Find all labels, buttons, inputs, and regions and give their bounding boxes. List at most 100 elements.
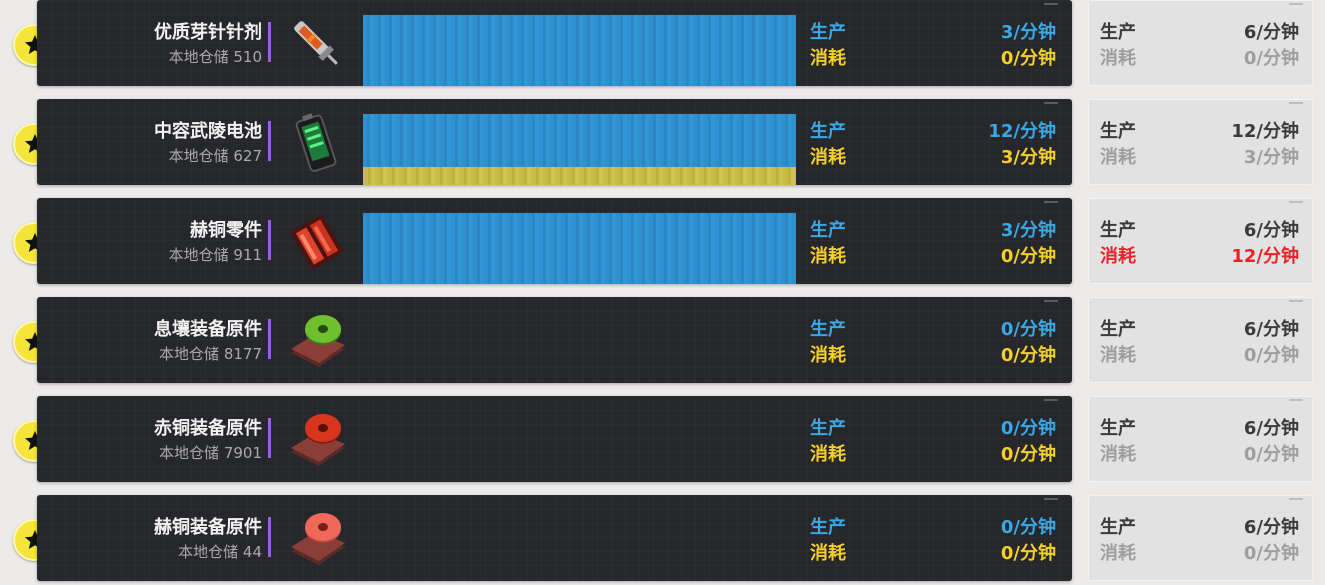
side-production-rate: 6/分钟 [1243, 22, 1299, 43]
production-bar-fill [363, 213, 796, 284]
accent-divider [268, 121, 271, 161]
rate-bar [363, 114, 796, 185]
item-stock: 本地仓储 627 [168, 147, 262, 165]
accent-divider [268, 22, 271, 62]
side-consumption-rate: 0/分钟 [1243, 444, 1299, 465]
side-corner-mark [1289, 102, 1303, 104]
side-production-rate: 6/分钟 [1243, 418, 1299, 439]
production-bar-fill [363, 114, 796, 167]
item-panel[interactable]: 赫铜装备原件 本地仓储 44 生产 消耗 0/分钟 0/分钟 [37, 495, 1072, 581]
side-production-label: 生产 [1100, 220, 1136, 241]
item-panel[interactable]: 赤铜装备原件 本地仓储 7901 生产 消耗 0/分钟 0/分钟 [37, 396, 1072, 482]
consumption-rate: 0/分钟 [1000, 345, 1056, 366]
production-label: 生产 [810, 220, 846, 241]
panel-corner-mark [1044, 498, 1058, 500]
side-production-label: 生产 [1100, 517, 1136, 538]
side-corner-mark [1289, 201, 1303, 203]
side-rate-panel[interactable]: 生产 消耗 6/分钟 0/分钟 [1088, 0, 1313, 86]
consumption-label: 消耗 [810, 444, 846, 465]
side-consumption-label: 消耗 [1100, 345, 1136, 366]
list-item[interactable]: 中容武陵电池 本地仓储 627 生产 消耗 12/分钟 3/分钟 生产 消耗 1… [0, 99, 1325, 185]
consumption-rate: 0/分钟 [1000, 48, 1056, 69]
panel-corner-mark [1044, 3, 1058, 5]
item-panel[interactable]: 中容武陵电池 本地仓储 627 生产 消耗 12/分钟 3/分钟 [37, 99, 1072, 185]
item-panel[interactable]: 息壤装备原件 本地仓储 8177 生产 消耗 0/分钟 0/分钟 [37, 297, 1072, 383]
item-stock: 本地仓储 510 [168, 48, 262, 66]
side-consumption-label: 消耗 [1100, 444, 1136, 465]
side-production-label: 生产 [1100, 121, 1136, 142]
pink-disc-component-icon [291, 513, 345, 565]
side-rate-panel[interactable]: 生产 消耗 6/分钟 12/分钟 [1088, 198, 1313, 284]
production-rate: 0/分钟 [1000, 319, 1056, 340]
copper-part-icon [291, 215, 343, 269]
injector-icon [294, 21, 338, 65]
side-corner-mark [1289, 498, 1303, 500]
side-rate-panel[interactable]: 生产 消耗 12/分钟 3/分钟 [1088, 99, 1313, 185]
item-stock: 本地仓储 44 [178, 543, 262, 561]
side-consumption-rate: 0/分钟 [1243, 48, 1299, 69]
consumption-label: 消耗 [810, 543, 846, 564]
item-name: 赤铜装备原件 [154, 418, 262, 439]
green-disc-component-icon [291, 315, 345, 367]
side-production-label: 生产 [1100, 319, 1136, 340]
production-label: 生产 [810, 121, 846, 142]
production-label: 生产 [810, 517, 846, 538]
side-consumption-rate: 0/分钟 [1243, 543, 1299, 564]
side-consumption-rate: 0/分钟 [1243, 345, 1299, 366]
list-item[interactable]: 赫铜装备原件 本地仓储 44 生产 消耗 0/分钟 0/分钟 生产 消耗 6/分… [0, 495, 1325, 581]
accent-divider [268, 220, 271, 260]
rate-bar [363, 15, 796, 86]
list-item[interactable]: 息壤装备原件 本地仓储 8177 生产 消耗 0/分钟 0/分钟 生产 消耗 6… [0, 297, 1325, 383]
consumption-rate: 0/分钟 [1000, 543, 1056, 564]
item-name: 赫铜装备原件 [154, 517, 262, 538]
side-corner-mark [1289, 300, 1303, 302]
side-consumption-label: 消耗 [1100, 48, 1136, 69]
consumption-label: 消耗 [810, 48, 846, 69]
item-name: 息壤装备原件 [154, 319, 262, 340]
production-bar-fill [363, 15, 796, 86]
item-stock: 本地仓储 8177 [159, 345, 262, 363]
rate-bar [363, 312, 796, 383]
side-corner-mark [1289, 399, 1303, 401]
accent-divider [268, 319, 271, 359]
panel-corner-mark [1044, 300, 1058, 302]
side-consumption-label: 消耗 [1100, 147, 1136, 168]
side-rate-panel[interactable]: 生产 消耗 6/分钟 0/分钟 [1088, 297, 1313, 383]
production-rate: 3/分钟 [1000, 22, 1056, 43]
rate-bar [363, 213, 796, 284]
item-panel[interactable]: 优质芽针针剂 本地仓储 510 生产 消耗 3/分钟 0/分钟 [37, 0, 1072, 86]
list-item[interactable]: 赤铜装备原件 本地仓储 7901 生产 消耗 0/分钟 0/分钟 生产 消耗 6… [0, 396, 1325, 482]
accent-divider [268, 517, 271, 557]
side-production-rate: 6/分钟 [1243, 319, 1299, 340]
side-consumption-rate: 3/分钟 [1243, 147, 1299, 168]
item-name: 中容武陵电池 [154, 121, 262, 142]
consumption-bar-fill [363, 167, 796, 185]
side-production-label: 生产 [1100, 418, 1136, 439]
side-rate-panel[interactable]: 生产 消耗 6/分钟 0/分钟 [1088, 396, 1313, 482]
production-label: 生产 [810, 418, 846, 439]
side-rate-panel[interactable]: 生产 消耗 6/分钟 0/分钟 [1088, 495, 1313, 581]
item-stock: 本地仓储 7901 [159, 444, 262, 462]
consumption-rate: 3/分钟 [1000, 147, 1056, 168]
side-consumption-label: 消耗 [1100, 246, 1136, 267]
red-disc-component-icon [291, 414, 345, 466]
side-consumption-label: 消耗 [1100, 543, 1136, 564]
rate-bar [363, 510, 796, 581]
consumption-label: 消耗 [810, 345, 846, 366]
side-production-rate: 6/分钟 [1243, 220, 1299, 241]
consumption-rate: 0/分钟 [1000, 246, 1056, 267]
item-list: 优质芽针针剂 本地仓储 510 生产 消耗 3/分钟 0/分钟 生产 消耗 6/… [0, 0, 1325, 585]
consumption-label: 消耗 [810, 246, 846, 267]
side-production-rate: 6/分钟 [1243, 517, 1299, 538]
production-rate: 3/分钟 [1000, 220, 1056, 241]
production-rate: 0/分钟 [1000, 418, 1056, 439]
item-stock: 本地仓储 911 [168, 246, 262, 264]
side-consumption-rate: 12/分钟 [1231, 246, 1299, 267]
consumption-rate: 0/分钟 [1000, 444, 1056, 465]
list-item[interactable]: 赫铜零件 本地仓储 911 生产 消耗 3/分钟 0/分钟 生产 消耗 6/分钟… [0, 198, 1325, 284]
item-panel[interactable]: 赫铜零件 本地仓储 911 生产 消耗 3/分钟 0/分钟 [37, 198, 1072, 284]
panel-corner-mark [1044, 102, 1058, 104]
production-rate: 12/分钟 [988, 121, 1056, 142]
list-item[interactable]: 优质芽针针剂 本地仓储 510 生产 消耗 3/分钟 0/分钟 生产 消耗 6/… [0, 0, 1325, 86]
item-name: 优质芽针针剂 [154, 22, 262, 43]
